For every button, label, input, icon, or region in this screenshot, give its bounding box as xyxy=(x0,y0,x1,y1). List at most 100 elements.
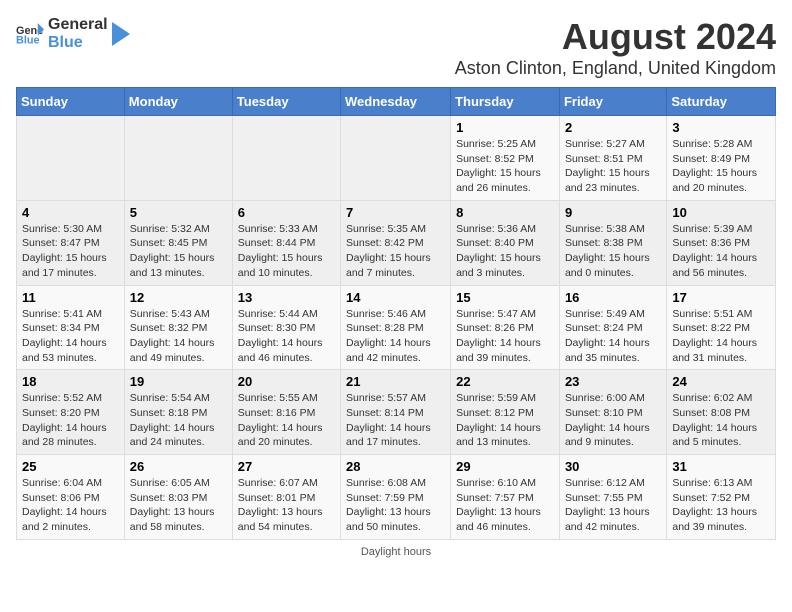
day-number: 6 xyxy=(238,205,335,220)
calendar-cell xyxy=(341,116,451,201)
day-info: Sunrise: 5:35 AM Sunset: 8:42 PM Dayligh… xyxy=(346,222,445,281)
day-info: Sunrise: 5:32 AM Sunset: 8:45 PM Dayligh… xyxy=(130,222,227,281)
day-number: 22 xyxy=(456,374,554,389)
calendar-cell: 8 Sunrise: 5:36 AM Sunset: 8:40 PM Daylig… xyxy=(451,200,560,285)
day-info: Sunrise: 5:44 AM Sunset: 8:30 PM Dayligh… xyxy=(238,307,335,366)
calendar-cell: 21 Sunrise: 5:57 AM Sunset: 8:14 PM Dayli… xyxy=(341,370,451,455)
calendar-cell: 11Sunrise: 5:41 AM Sunset: 8:34 PM Dayli… xyxy=(17,285,125,370)
calendar-cell: 28Sunrise: 6:08 AM Sunset: 7:59 PM Dayli… xyxy=(341,455,451,540)
day-number: 19 xyxy=(130,374,227,389)
logo-general: General xyxy=(48,16,108,34)
calendar-cell: 18 Sunrise: 5:52 AM Sunset: 8:20 PM Dayli… xyxy=(17,370,125,455)
calendar-cell: 12Sunrise: 5:43 AM Sunset: 8:32 PM Dayli… xyxy=(124,285,232,370)
day-number: 1 xyxy=(456,120,554,135)
logo-blue: Blue xyxy=(48,34,108,52)
day-number: 23 xyxy=(565,374,661,389)
day-number: 26 xyxy=(130,459,227,474)
col-header-friday: Friday xyxy=(559,88,666,116)
day-info: Sunrise: 5:27 AM Sunset: 8:51 PM Dayligh… xyxy=(565,137,661,196)
calendar-cell: 7 Sunrise: 5:35 AM Sunset: 8:42 PM Daylig… xyxy=(341,200,451,285)
logo: General Blue General Blue xyxy=(16,16,130,51)
col-header-saturday: Saturday xyxy=(667,88,776,116)
calendar-cell: 15Sunrise: 5:47 AM Sunset: 8:26 PM Dayli… xyxy=(451,285,560,370)
day-info: Sunrise: 5:39 AM Sunset: 8:36 PM Dayligh… xyxy=(672,222,770,281)
day-info: Sunrise: 6:00 AM Sunset: 8:10 PM Dayligh… xyxy=(565,391,661,450)
calendar-header-row: SundayMondayTuesdayWednesdayThursdayFrid… xyxy=(17,88,776,116)
day-info: Sunrise: 6:10 AM Sunset: 7:57 PM Dayligh… xyxy=(456,476,554,535)
day-number: 13 xyxy=(238,290,335,305)
calendar-week-3: 11Sunrise: 5:41 AM Sunset: 8:34 PM Dayli… xyxy=(17,285,776,370)
day-info: Sunrise: 5:51 AM Sunset: 8:22 PM Dayligh… xyxy=(672,307,770,366)
calendar-cell: 26 Sunrise: 6:05 AM Sunset: 8:03 PM Dayli… xyxy=(124,455,232,540)
logo-icon: General Blue xyxy=(16,20,44,48)
day-number: 7 xyxy=(346,205,445,220)
day-info: Sunrise: 6:12 AM Sunset: 7:55 PM Dayligh… xyxy=(565,476,661,535)
day-number: 31 xyxy=(672,459,770,474)
day-info: Sunrise: 5:25 AM Sunset: 8:52 PM Dayligh… xyxy=(456,137,554,196)
calendar-cell: 1 Sunrise: 5:25 AM Sunset: 8:52 PM Daylig… xyxy=(451,116,560,201)
col-header-thursday: Thursday xyxy=(451,88,560,116)
calendar-week-5: 25Sunrise: 6:04 AM Sunset: 8:06 PM Dayli… xyxy=(17,455,776,540)
calendar-cell: 3Sunrise: 5:28 AM Sunset: 8:49 PM Daylig… xyxy=(667,116,776,201)
header: General Blue General Blue August 2024 As… xyxy=(16,16,776,79)
day-number: 12 xyxy=(130,290,227,305)
subtitle: Aston Clinton, England, United Kingdom xyxy=(455,58,776,79)
calendar-cell: 9 Sunrise: 5:38 AM Sunset: 8:38 PM Daylig… xyxy=(559,200,666,285)
day-info: Sunrise: 6:02 AM Sunset: 8:08 PM Dayligh… xyxy=(672,391,770,450)
calendar-week-2: 4Sunrise: 5:30 AM Sunset: 8:47 PM Daylig… xyxy=(17,200,776,285)
day-number: 3 xyxy=(672,120,770,135)
day-info: Sunrise: 5:47 AM Sunset: 8:26 PM Dayligh… xyxy=(456,307,554,366)
calendar-cell: 6 Sunrise: 5:33 AM Sunset: 8:44 PM Daylig… xyxy=(232,200,340,285)
day-info: Sunrise: 5:52 AM Sunset: 8:20 PM Dayligh… xyxy=(22,391,119,450)
calendar-week-4: 18 Sunrise: 5:52 AM Sunset: 8:20 PM Dayli… xyxy=(17,370,776,455)
day-number: 17 xyxy=(672,290,770,305)
calendar-cell: 20 Sunrise: 5:55 AM Sunset: 8:16 PM Dayli… xyxy=(232,370,340,455)
col-header-monday: Monday xyxy=(124,88,232,116)
day-number: 27 xyxy=(238,459,335,474)
day-info: Sunrise: 6:13 AM Sunset: 7:52 PM Dayligh… xyxy=(672,476,770,535)
footer-note: Daylight hours xyxy=(16,546,776,558)
calendar-cell: 14Sunrise: 5:46 AM Sunset: 8:28 PM Dayli… xyxy=(341,285,451,370)
calendar: SundayMondayTuesdayWednesdayThursdayFrid… xyxy=(16,87,776,540)
calendar-cell: 22 Sunrise: 5:59 AM Sunset: 8:12 PM Dayli… xyxy=(451,370,560,455)
calendar-cell: 13 Sunrise: 5:44 AM Sunset: 8:30 PM Dayli… xyxy=(232,285,340,370)
calendar-cell: 27Sunrise: 6:07 AM Sunset: 8:01 PM Dayli… xyxy=(232,455,340,540)
day-number: 5 xyxy=(130,205,227,220)
day-number: 8 xyxy=(456,205,554,220)
col-header-tuesday: Tuesday xyxy=(232,88,340,116)
day-info: Sunrise: 5:38 AM Sunset: 8:38 PM Dayligh… xyxy=(565,222,661,281)
logo-arrow-icon xyxy=(112,22,130,46)
calendar-cell: 30Sunrise: 6:12 AM Sunset: 7:55 PM Dayli… xyxy=(559,455,666,540)
day-number: 24 xyxy=(672,374,770,389)
day-info: Sunrise: 5:49 AM Sunset: 8:24 PM Dayligh… xyxy=(565,307,661,366)
day-info: Sunrise: 5:30 AM Sunset: 8:47 PM Dayligh… xyxy=(22,222,119,281)
calendar-cell xyxy=(17,116,125,201)
day-number: 20 xyxy=(238,374,335,389)
day-info: Sunrise: 5:59 AM Sunset: 8:12 PM Dayligh… xyxy=(456,391,554,450)
day-info: Sunrise: 5:36 AM Sunset: 8:40 PM Dayligh… xyxy=(456,222,554,281)
day-number: 10 xyxy=(672,205,770,220)
day-info: Sunrise: 5:33 AM Sunset: 8:44 PM Dayligh… xyxy=(238,222,335,281)
day-info: Sunrise: 6:05 AM Sunset: 8:03 PM Dayligh… xyxy=(130,476,227,535)
calendar-cell: 10 Sunrise: 5:39 AM Sunset: 8:36 PM Dayli… xyxy=(667,200,776,285)
calendar-week-1: 1 Sunrise: 5:25 AM Sunset: 8:52 PM Daylig… xyxy=(17,116,776,201)
title-area: August 2024 Aston Clinton, England, Unit… xyxy=(455,16,776,79)
day-number: 29 xyxy=(456,459,554,474)
calendar-cell: 25Sunrise: 6:04 AM Sunset: 8:06 PM Dayli… xyxy=(17,455,125,540)
day-number: 21 xyxy=(346,374,445,389)
footer-label: Daylight hours xyxy=(361,546,431,558)
day-number: 28 xyxy=(346,459,445,474)
day-info: Sunrise: 6:04 AM Sunset: 8:06 PM Dayligh… xyxy=(22,476,119,535)
day-info: Sunrise: 5:57 AM Sunset: 8:14 PM Dayligh… xyxy=(346,391,445,450)
calendar-cell: 16 Sunrise: 5:49 AM Sunset: 8:24 PM Dayli… xyxy=(559,285,666,370)
calendar-cell: 19Sunrise: 5:54 AM Sunset: 8:18 PM Dayli… xyxy=(124,370,232,455)
day-number: 18 xyxy=(22,374,119,389)
day-info: Sunrise: 5:55 AM Sunset: 8:16 PM Dayligh… xyxy=(238,391,335,450)
day-number: 9 xyxy=(565,205,661,220)
svg-text:Blue: Blue xyxy=(16,34,40,46)
calendar-cell: 31 Sunrise: 6:13 AM Sunset: 7:52 PM Dayli… xyxy=(667,455,776,540)
calendar-cell: 5 Sunrise: 5:32 AM Sunset: 8:45 PM Daylig… xyxy=(124,200,232,285)
day-number: 16 xyxy=(565,290,661,305)
day-number: 11 xyxy=(22,290,119,305)
col-header-sunday: Sunday xyxy=(17,88,125,116)
